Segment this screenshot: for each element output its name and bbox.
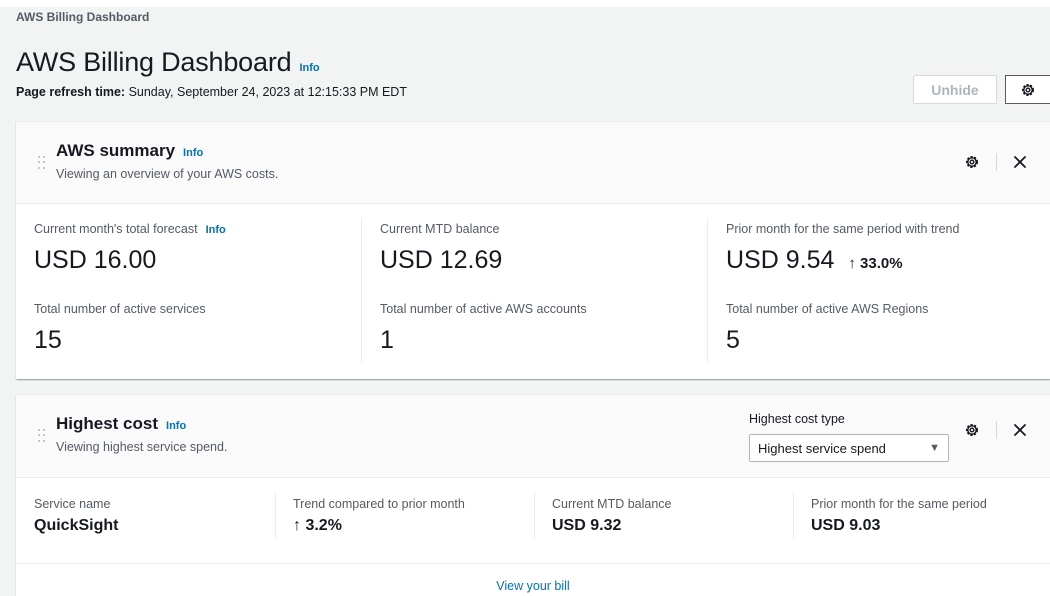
gear-icon (1022, 83, 1034, 96)
view-your-bill-link[interactable]: View your bill (16, 579, 1050, 593)
metric-value: 15 (34, 326, 62, 354)
aws-summary-description: Viewing an overview of your AWS costs. (56, 167, 279, 181)
highest-cost-type-select[interactable]: Highest service spend ▼ (749, 434, 949, 462)
metric-active-regions: Total number of active AWS Regions 5 (708, 302, 928, 355)
column-value: ↑ 3.2% (293, 517, 342, 534)
highest-cost-title: Highest cost (56, 414, 159, 433)
aws-summary-close-button[interactable] (1011, 153, 1029, 171)
highest-cost-card: Highest cost Info Viewing highest servic… (16, 394, 1050, 596)
highest-cost-header: Highest cost Info Viewing highest servic… (16, 395, 1050, 478)
metric-prior-month: Prior month for the same period with tre… (708, 222, 959, 275)
highest-cost-details: Service name QuickSight Trend compared t… (16, 478, 1050, 596)
page-info-link[interactable]: Info (299, 62, 319, 74)
page-refresh-time: Page refresh time: Sunday, September 24,… (16, 85, 407, 99)
metric-value: USD 9.54 (726, 246, 835, 274)
drag-handle-icon[interactable] (38, 429, 46, 443)
metric-label: Total number of active AWS accounts (380, 302, 587, 316)
aws-summary-title-row: AWS summary Info (56, 141, 203, 161)
drag-handle-icon[interactable] (38, 156, 46, 170)
column-label: Service name (34, 497, 111, 511)
trend-column: Trend compared to prior month ↑ 3.2% (275, 497, 465, 535)
forecast-info-link[interactable]: Info (206, 224, 226, 236)
highest-cost-info-link[interactable]: Info (166, 420, 186, 432)
card-footer-divider (16, 563, 1050, 564)
metric-value: USD 16.00 (34, 246, 157, 274)
aws-summary-settings-button[interactable] (963, 153, 981, 171)
highest-cost-type-label: Highest cost type (749, 412, 845, 426)
highest-cost-description: Viewing highest service spend. (56, 440, 228, 454)
aws-summary-info-link[interactable]: Info (183, 147, 203, 159)
metric-label: Total number of active AWS Regions (726, 302, 929, 316)
gear-icon (966, 424, 978, 436)
breadcrumb[interactable]: AWS Billing Dashboard (16, 10, 149, 24)
column-label: Prior month for the same period (811, 497, 987, 511)
metric-active-services: Total number of active services 15 (16, 302, 206, 355)
aws-summary-metrics: Current month's total forecast Info USD … (16, 204, 1050, 380)
highest-cost-close-button[interactable] (1011, 421, 1029, 439)
column-label: Trend compared to prior month (293, 497, 465, 511)
page-settings-button[interactable] (1005, 75, 1050, 104)
highest-cost-settings-button[interactable] (963, 421, 981, 439)
column-value: USD 9.03 (811, 517, 881, 534)
metric-mtd-balance: Current MTD balance USD 12.69 (362, 222, 502, 275)
metric-label: Current month's total forecast (34, 222, 198, 236)
close-icon (1014, 156, 1026, 168)
billing-dashboard-page: AWS Billing Dashboard AWS Billing Dashbo… (0, 7, 1050, 596)
page-title: AWS Billing Dashboard (16, 47, 292, 77)
close-icon (1014, 424, 1026, 436)
column-label: Current MTD balance (552, 497, 672, 511)
caret-down-icon: ▼ (929, 442, 940, 454)
highest-cost-title-row: Highest cost Info (56, 414, 186, 434)
unhide-button[interactable]: Unhide (913, 75, 997, 104)
header-separator (996, 153, 997, 171)
column-value: QuickSight (34, 517, 119, 534)
page-header: AWS Billing Dashboard Info (16, 47, 320, 78)
column-value: USD 9.32 (552, 517, 622, 534)
gear-icon (966, 156, 978, 168)
metric-forecast: Current month's total forecast Info USD … (16, 222, 226, 275)
metric-value: USD 12.69 (380, 246, 503, 274)
header-separator (996, 421, 997, 439)
service-name-column: Service name QuickSight (16, 497, 118, 535)
refresh-value: Sunday, September 24, 2023 at 12:15:33 P… (128, 85, 407, 99)
metric-label: Total number of active services (34, 302, 206, 316)
select-value: Highest service spend (758, 440, 886, 456)
refresh-label: Page refresh time: (16, 85, 126, 99)
aws-summary-header: AWS summary Info Viewing an overview of … (16, 122, 1050, 204)
prior-month-column: Prior month for the same period USD 9.03 (793, 497, 987, 535)
metric-value: 1 (380, 326, 394, 354)
aws-summary-card: AWS summary Info Viewing an overview of … (16, 121, 1050, 379)
metric-label: Prior month for the same period with tre… (726, 222, 960, 236)
trend-badge: ↑ 33.0% (848, 255, 903, 272)
aws-summary-title: AWS summary (56, 141, 176, 160)
mtd-balance-column: Current MTD balance USD 9.32 (534, 497, 672, 535)
metric-value: 5 (726, 326, 740, 354)
metric-label: Current MTD balance (380, 222, 500, 236)
metric-active-accounts: Total number of active AWS accounts 1 (362, 302, 587, 355)
